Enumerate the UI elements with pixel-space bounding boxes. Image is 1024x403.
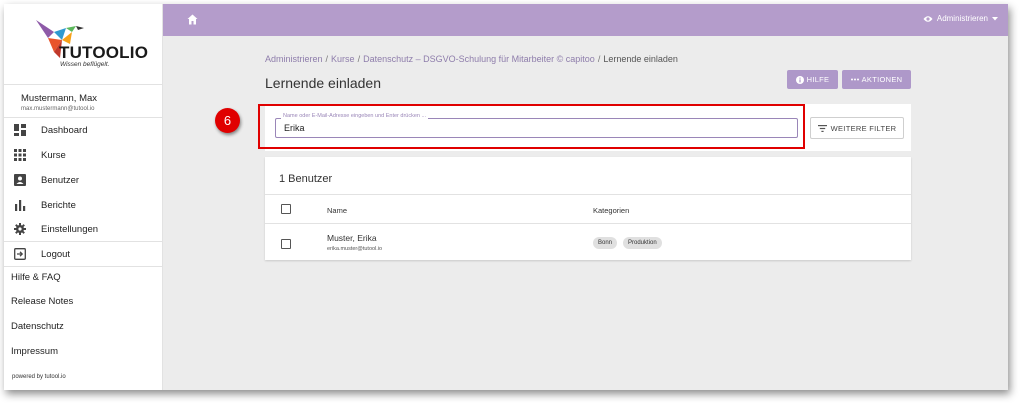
breadcrumb-item[interactable]: Kurse bbox=[331, 54, 355, 64]
gear-icon bbox=[14, 223, 26, 235]
breadcrumb-current: Lernende einladen bbox=[603, 54, 678, 64]
powered-by: powered by tutool.io bbox=[12, 374, 66, 380]
row-user-email: erika.muster@tutool.io bbox=[327, 246, 383, 252]
actions-button[interactable]: AKTIONEN bbox=[842, 70, 911, 89]
column-header-kategorien: Kategorien bbox=[593, 206, 630, 215]
annotation-highlight-frame bbox=[258, 104, 805, 149]
info-icon bbox=[795, 75, 804, 84]
page-title: Lernende einladen bbox=[265, 75, 381, 91]
dashboard-icon bbox=[14, 124, 26, 136]
sidebar-item-label: Benutzer bbox=[41, 175, 80, 186]
column-header-name[interactable]: Name bbox=[327, 206, 347, 215]
user-name: Mustermann, Max bbox=[21, 93, 98, 104]
help-button[interactable]: HILFE bbox=[787, 70, 838, 89]
more-filters-button[interactable]: WEITERE FILTER bbox=[810, 117, 904, 139]
logout-icon bbox=[14, 248, 26, 260]
admin-menu[interactable]: Administrieren bbox=[923, 14, 998, 23]
sidebar-item-label: Berichte bbox=[41, 200, 76, 211]
logo-tagline: Wissen beflügelt. bbox=[60, 61, 110, 68]
breadcrumb-separator: / bbox=[325, 54, 329, 64]
annotation-step-badge: 6 bbox=[215, 108, 240, 133]
grid-icon bbox=[14, 149, 26, 161]
link-impressum[interactable]: Impressum bbox=[11, 346, 58, 357]
row-checkbox[interactable] bbox=[281, 239, 291, 249]
divider bbox=[265, 223, 911, 224]
help-button-label: HILFE bbox=[806, 75, 830, 84]
filter-icon bbox=[817, 124, 827, 132]
user-email: max.mustermann@tutool.io bbox=[21, 106, 95, 112]
breadcrumb-separator: / bbox=[597, 54, 601, 64]
link-hilfe-faq[interactable]: Hilfe & FAQ bbox=[11, 272, 61, 283]
link-release-notes[interactable]: Release Notes bbox=[11, 296, 73, 307]
sidebar-item-logout[interactable]: Logout bbox=[4, 242, 163, 267]
eye-icon bbox=[923, 15, 933, 22]
breadcrumb-item[interactable]: Administrieren bbox=[265, 54, 323, 64]
chevron-down-icon bbox=[992, 16, 998, 20]
app-window: TUTOOLIO Wissen beflügelt. Mustermann, M… bbox=[4, 4, 1008, 390]
bar-chart-icon bbox=[15, 200, 26, 211]
logo-wordmark: TUTOOLIO bbox=[59, 43, 149, 62]
result-count: 1 Benutzer bbox=[279, 173, 333, 185]
more-filters-label: WEITERE FILTER bbox=[830, 123, 897, 133]
breadcrumb: Administrieren / Kurse / Datenschutz – DSGVO… bbox=[265, 54, 678, 64]
sidebar-item-label: Dashboard bbox=[41, 125, 88, 136]
sidebar-item-einstellungen[interactable]: Einstellungen bbox=[4, 217, 163, 242]
sidebar-item-benutzer[interactable]: Benutzer bbox=[4, 168, 163, 193]
link-datenschutz[interactable]: Datenschutz bbox=[11, 321, 64, 332]
category-chip: Bonn bbox=[593, 237, 618, 249]
category-chip: Produktion bbox=[623, 237, 662, 249]
sidebar-item-dashboard[interactable]: Dashboard bbox=[4, 118, 163, 143]
row-user-name: Muster, Erika bbox=[327, 233, 377, 243]
user-table: 1 Benutzer Name Kategorien Muster, Erika… bbox=[265, 157, 911, 260]
sidebar-item-label: Logout bbox=[41, 249, 71, 260]
sidebar-item-kurse[interactable]: Kurse bbox=[4, 143, 163, 168]
top-bar: Administrieren bbox=[163, 4, 1008, 36]
actions-button-label: AKTIONEN bbox=[861, 75, 903, 84]
sidebar: TUTOOLIO Wissen beflügelt. Mustermann, M… bbox=[4, 4, 163, 390]
sidebar-item-berichte[interactable]: Berichte bbox=[4, 193, 163, 218]
more-horiz-icon bbox=[850, 78, 859, 81]
select-all-checkbox[interactable] bbox=[281, 204, 291, 214]
sidebar-item-label: Einstellungen bbox=[41, 224, 99, 235]
breadcrumb-separator: / bbox=[357, 54, 361, 64]
sidebar-item-label: Kurse bbox=[41, 150, 66, 161]
user-badge-icon bbox=[14, 174, 26, 186]
breadcrumb-item[interactable]: Datenschutz – DSGVO-Schulung für Mitarbe… bbox=[363, 54, 595, 64]
divider bbox=[265, 194, 911, 195]
home-icon[interactable] bbox=[187, 14, 198, 25]
divider bbox=[4, 266, 163, 267]
admin-menu-label: Administrieren bbox=[936, 14, 988, 23]
user-profile[interactable]: Mustermann, Max max.mustermann@tutool.io bbox=[4, 84, 163, 117]
